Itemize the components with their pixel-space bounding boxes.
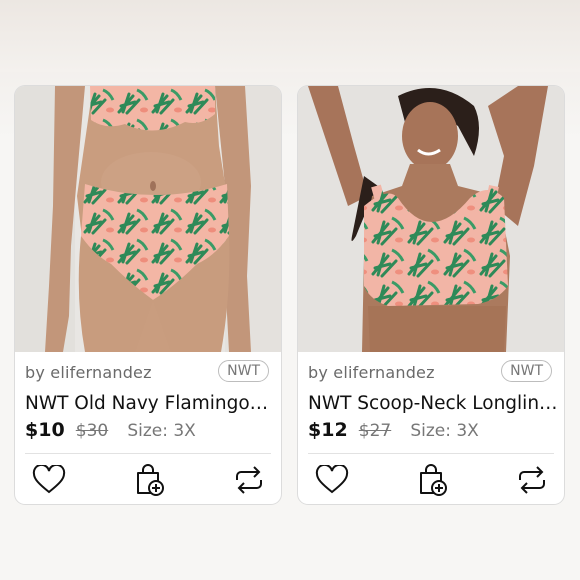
shopping-bag-plus-icon	[420, 464, 447, 496]
seller-name[interactable]: by elifernandez	[25, 363, 152, 382]
listing-photo[interactable]	[298, 86, 564, 352]
condition-badge: NWT	[501, 360, 552, 382]
listing-card-1[interactable]: by elifernandez NWT NWT Old Navy Flaming…	[15, 86, 281, 504]
like-button[interactable]	[314, 462, 350, 498]
original-price: $30	[75, 421, 109, 441]
add-to-bundle-button[interactable]	[415, 462, 451, 498]
listing-size: Size: 3X	[410, 421, 479, 441]
listing-price: $10	[25, 419, 65, 441]
original-price: $27	[358, 421, 392, 441]
listing-price: $12	[308, 419, 348, 441]
add-to-bundle-button[interactable]	[132, 462, 168, 498]
seller-name[interactable]: by elifernandez	[308, 363, 435, 382]
bottom-background	[0, 510, 580, 580]
listing-size: Size: 3X	[127, 421, 196, 441]
condition-badge: NWT	[218, 360, 269, 382]
share-arrows-icon	[519, 466, 545, 494]
price-row: $10 $30 Size: 3X	[25, 419, 196, 443]
like-button[interactable]	[31, 462, 67, 498]
listing-photo[interactable]	[15, 86, 281, 352]
listing-actions	[298, 462, 564, 500]
divider	[308, 453, 554, 454]
listing-meta: by elifernandez NWT	[25, 360, 269, 384]
top-background	[0, 0, 580, 72]
heart-icon	[32, 465, 66, 494]
price-row: $12 $27 Size: 3X	[308, 419, 479, 443]
bikini-bottom-photo	[15, 86, 281, 352]
listing-meta: by elifernandez NWT	[308, 360, 552, 384]
listing-actions	[15, 462, 281, 500]
listing-title[interactable]: NWT Old Navy Flamingo…	[25, 393, 273, 414]
listing-title[interactable]: NWT Scoop-Neck Longlin…	[308, 393, 556, 414]
share-button[interactable]	[514, 462, 550, 498]
share-button[interactable]	[231, 462, 267, 498]
divider	[25, 453, 271, 454]
bikini-top-photo	[298, 86, 564, 352]
heart-icon	[315, 465, 349, 494]
shopping-bag-plus-icon	[137, 464, 164, 496]
listing-card-2[interactable]: by elifernandez NWT NWT Scoop-Neck Longl…	[298, 86, 564, 504]
share-arrows-icon	[236, 466, 262, 494]
